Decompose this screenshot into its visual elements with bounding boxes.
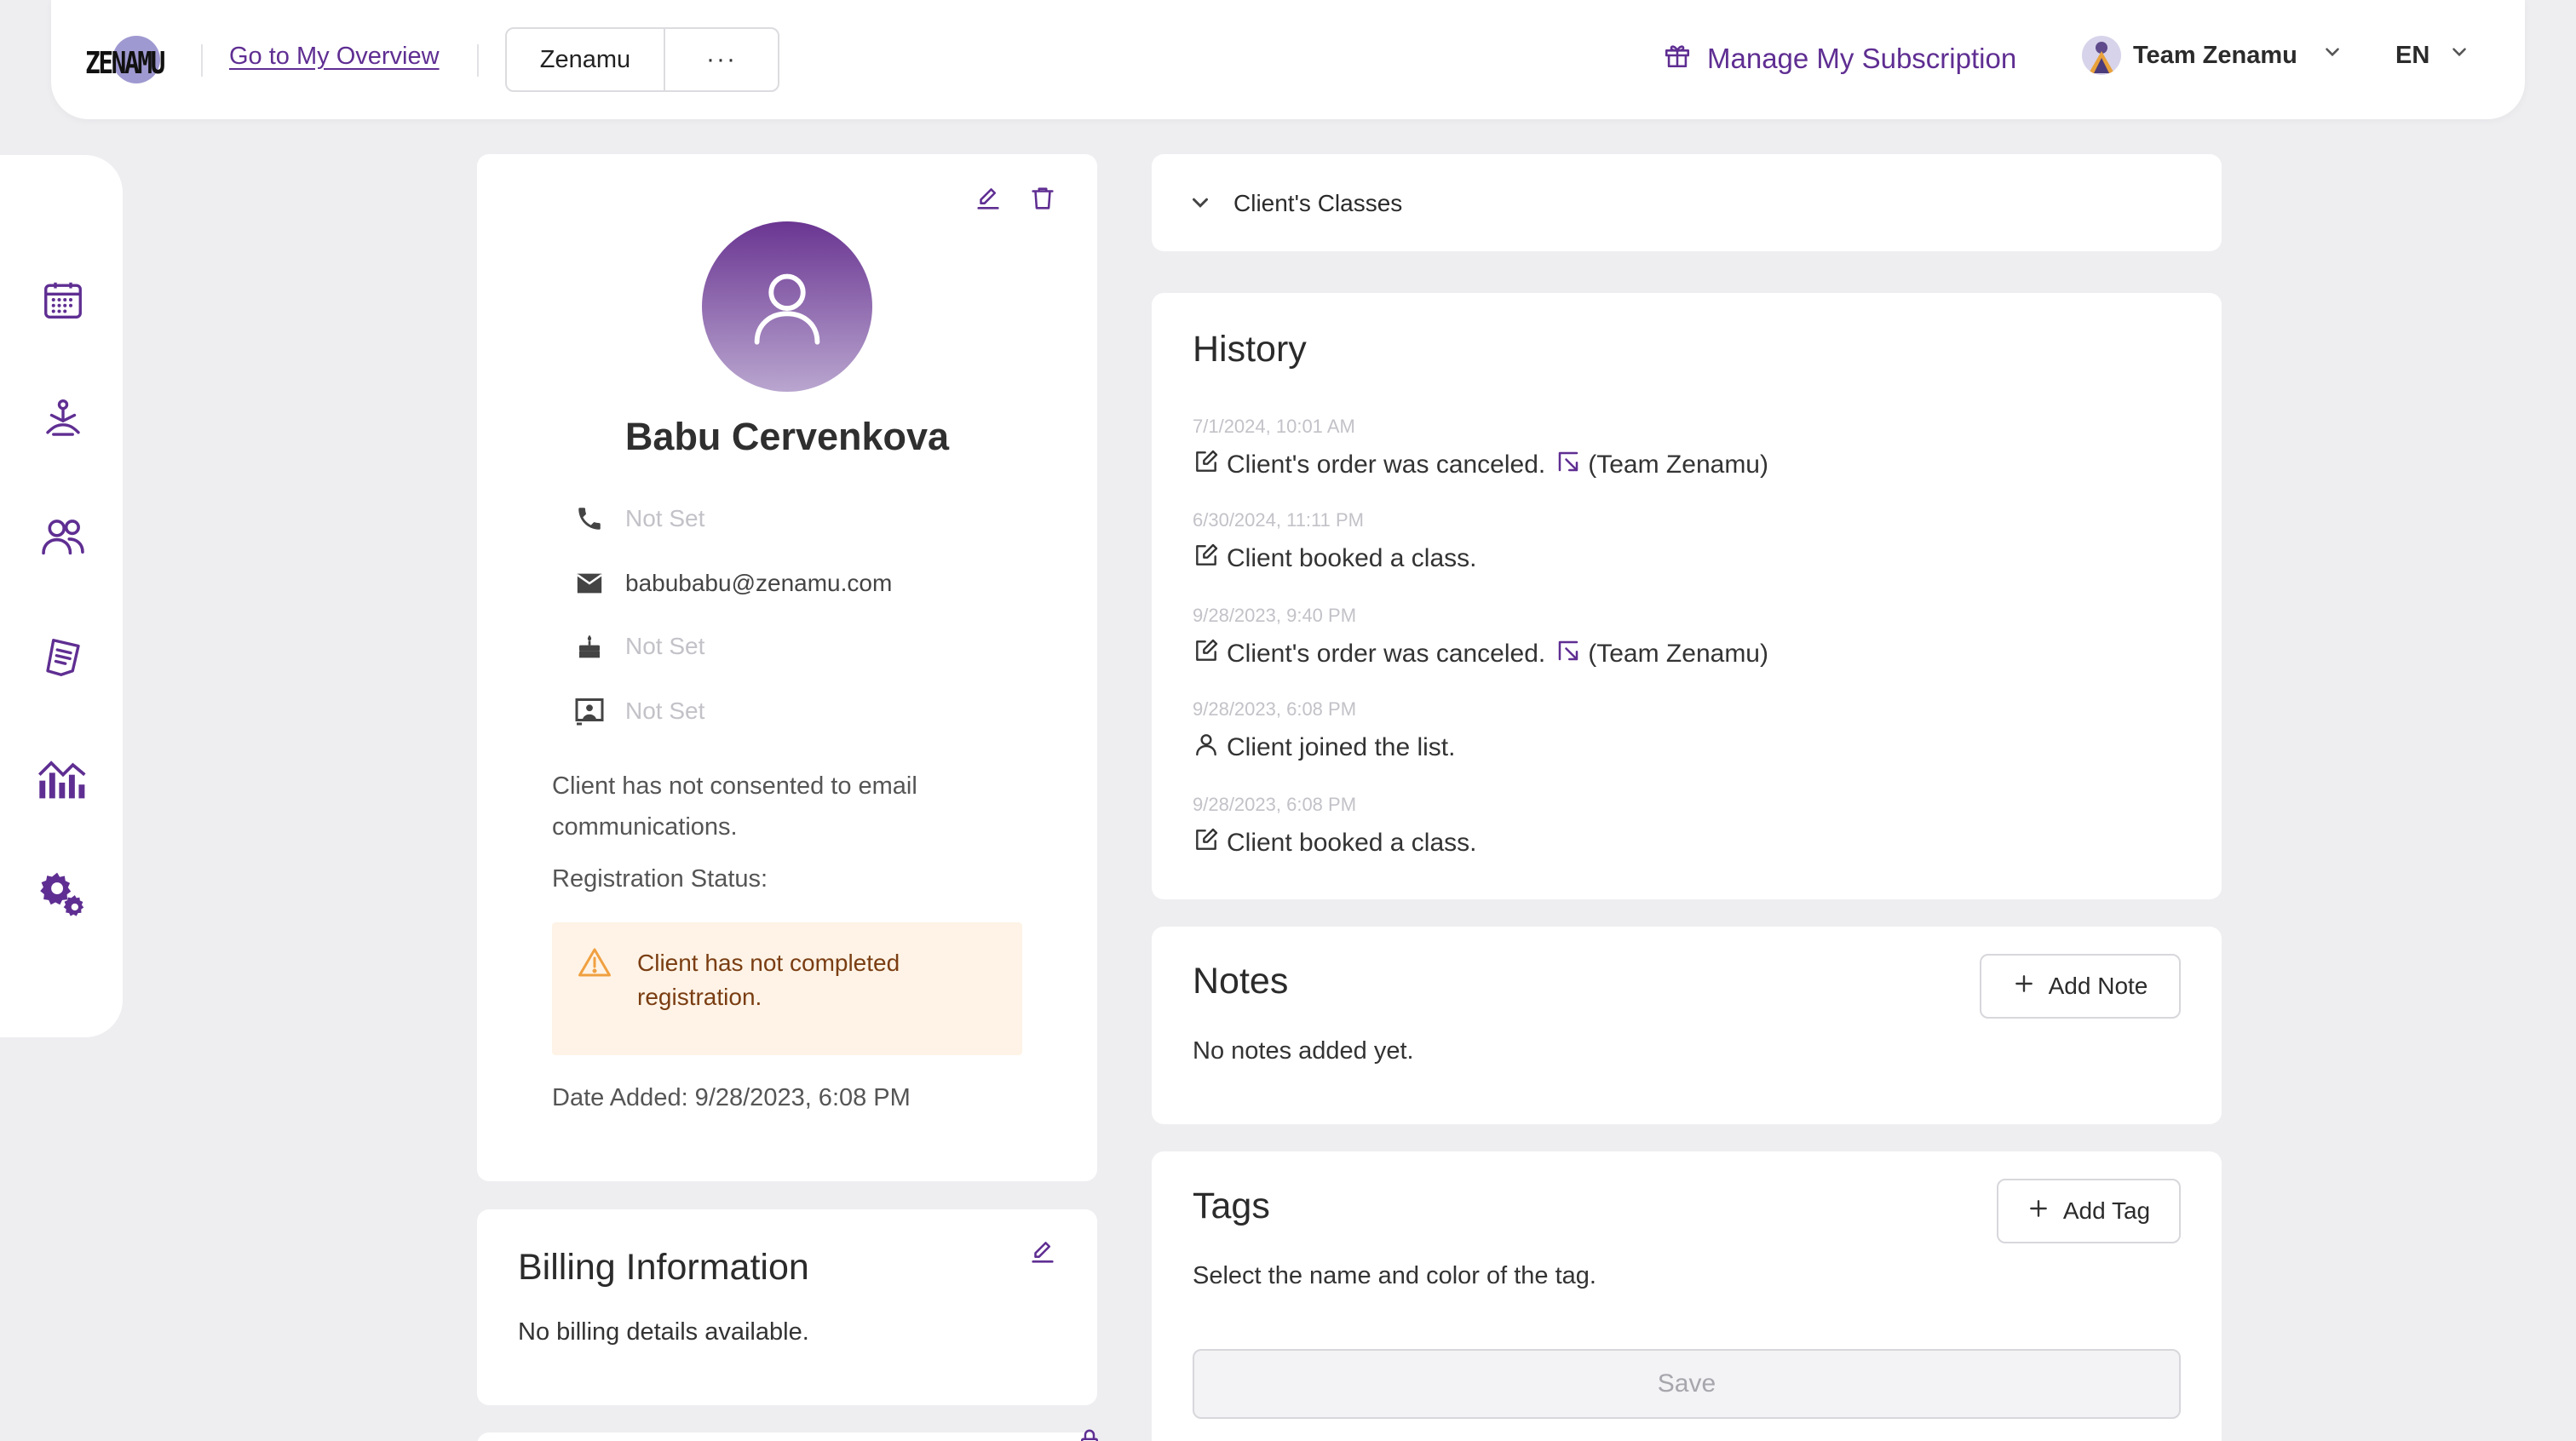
cake-icon — [572, 629, 607, 663]
history-time: 6/30/2024, 11:11 PM — [1193, 509, 1364, 531]
history-entry-actor: (Team Zenamu) — [1588, 640, 1768, 668]
subscription-label: Manage My Subscription — [1707, 43, 2017, 74]
birthday-value: Not Set — [625, 633, 705, 659]
yoga-pose-icon[interactable] — [37, 393, 89, 445]
edit-note-icon — [1193, 637, 1220, 671]
calendar-icon[interactable] — [37, 274, 89, 325]
studio-selector: Zenamu ··· — [505, 27, 779, 92]
phone-row: Not Set — [572, 502, 704, 536]
edit-note-icon — [1193, 826, 1220, 860]
history-card: History 7/1/2024, 10:01 AM Client's orde… — [1152, 293, 2222, 899]
external-link-icon[interactable] — [1555, 638, 1581, 670]
logo-text: ZENAMU — [85, 46, 165, 81]
history-time: 7/1/2024, 10:01 AM — [1193, 416, 1355, 437]
user-icon — [1193, 731, 1220, 765]
chevron-down-icon[interactable] — [1187, 190, 1213, 220]
history-entry: Client joined the list. — [1193, 731, 1455, 765]
history-entry-actor: (Team Zenamu) — [1588, 451, 1768, 479]
language-selector[interactable]: EN — [2395, 41, 2470, 70]
team-avatar — [2082, 36, 2121, 75]
add-tag-button[interactable]: Add Tag — [1997, 1179, 2181, 1243]
clients-classes-card[interactable]: Client's Classes — [1152, 154, 2222, 251]
add-note-label: Add Note — [2048, 973, 2148, 999]
mail-icon — [572, 566, 607, 600]
phone-value: Not Set — [625, 505, 705, 531]
billing-empty-text: No billing details available. — [518, 1318, 809, 1346]
edit-icon[interactable] — [971, 181, 1005, 215]
plus-icon — [2013, 973, 2035, 1001]
history-entry: Client's order was canceled. (Team Zenam… — [1193, 637, 1768, 671]
birthday-row: Not Set — [572, 629, 704, 663]
id-card-icon — [572, 694, 607, 728]
user-icon — [754, 273, 820, 345]
trash-icon[interactable] — [1026, 181, 1060, 215]
tags-hint: Select the name and color of the tag. — [1193, 1262, 1596, 1289]
more-options-button[interactable]: ··· — [665, 29, 778, 90]
phone-icon — [572, 502, 607, 536]
tags-card: Tags Add Tag Select the name and color o… — [1152, 1151, 2222, 1441]
billing-title: Billing Information — [518, 1247, 809, 1288]
next-card — [477, 1429, 1098, 1441]
tags-title: Tags — [1193, 1186, 1270, 1226]
notes-empty-text: No notes added yet. — [1193, 1037, 1414, 1065]
side-navigation — [0, 155, 123, 1037]
receipt-icon[interactable] — [37, 632, 89, 683]
history-entry-text: Client joined the list. — [1227, 733, 1456, 761]
email-row: babubabu@zenamu.com — [572, 566, 892, 600]
notes-card: Notes Add Note No notes added yet. — [1152, 927, 2222, 1124]
history-entry: Client booked a class. — [1193, 826, 1477, 860]
warning-text: Client has not completed registration. — [637, 950, 900, 1010]
zenamu-logo[interactable]: ZENAMU — [85, 31, 196, 90]
id-row: Not Set — [572, 694, 704, 728]
edit-icon[interactable] — [1026, 1235, 1060, 1269]
clients-classes-title: Client's Classes — [1233, 190, 1403, 216]
id-value: Not Set — [625, 698, 705, 724]
external-link-icon[interactable] — [1555, 449, 1581, 481]
consent-text: Client has not consented to email commun… — [552, 772, 917, 841]
top-bar: ZENAMU Go to My Overview Zenamu ··· Mana… — [51, 0, 2525, 119]
notes-title: Notes — [1193, 961, 1289, 1002]
divider — [201, 44, 203, 77]
client-profile-card: Babu Cervenkova Not Set babubabu@zenamu.… — [477, 154, 1097, 1181]
lock-icon — [1077, 1427, 1102, 1441]
client-name: Babu Cervenkova — [624, 415, 950, 458]
settings-icon[interactable] — [37, 869, 89, 920]
history-time: 9/28/2023, 6:08 PM — [1193, 698, 1357, 720]
history-title: History — [1193, 329, 1307, 370]
registration-warning: Client has not completed registration. — [552, 922, 1022, 1055]
save-button[interactable]: Save — [1193, 1349, 2181, 1419]
plus-icon — [2027, 1197, 2050, 1226]
billing-information-card: Billing Information No billing details a… — [477, 1209, 1097, 1405]
warning-icon — [578, 946, 612, 983]
history-entry: Client's order was canceled. (Team Zenam… — [1193, 448, 1768, 482]
add-note-button[interactable]: Add Note — [1980, 954, 2181, 1019]
divider — [477, 44, 479, 77]
date-added: Date Added: 9/28/2023, 6:08 PM — [552, 1084, 911, 1111]
history-entry-text: Client's order was canceled. — [1227, 451, 1546, 479]
history-time: 9/28/2023, 6:08 PM — [1193, 794, 1357, 815]
team-name: Team Zenamu — [2133, 41, 2297, 69]
analytics-icon[interactable] — [37, 751, 89, 802]
history-time: 9/28/2023, 9:40 PM — [1193, 605, 1357, 626]
edit-note-icon — [1193, 448, 1220, 482]
users-icon[interactable] — [37, 511, 89, 562]
manage-subscription-link[interactable]: Manage My Subscription — [1663, 41, 2016, 77]
chevron-down-icon — [2321, 41, 2343, 70]
history-entry-text: Client's order was canceled. — [1227, 640, 1546, 668]
studio-button[interactable]: Zenamu — [507, 29, 665, 90]
team-menu[interactable]: Team Zenamu — [2082, 36, 2343, 75]
chevron-down-icon — [2448, 41, 2470, 70]
add-tag-label: Add Tag — [2062, 1197, 2151, 1224]
registration-status-label: Registration Status: — [552, 865, 768, 893]
email-value[interactable]: babubabu@zenamu.com — [625, 570, 892, 597]
history-entry: Client booked a class. — [1193, 542, 1477, 576]
history-entry-text: Client booked a class. — [1227, 829, 1477, 857]
gift-icon — [1663, 41, 1692, 77]
edit-note-icon — [1193, 542, 1220, 576]
client-avatar — [702, 221, 872, 392]
language-label: EN — [2395, 41, 2430, 69]
go-to-overview-link[interactable]: Go to My Overview — [229, 43, 440, 71]
history-entry-text: Client booked a class. — [1227, 544, 1477, 572]
